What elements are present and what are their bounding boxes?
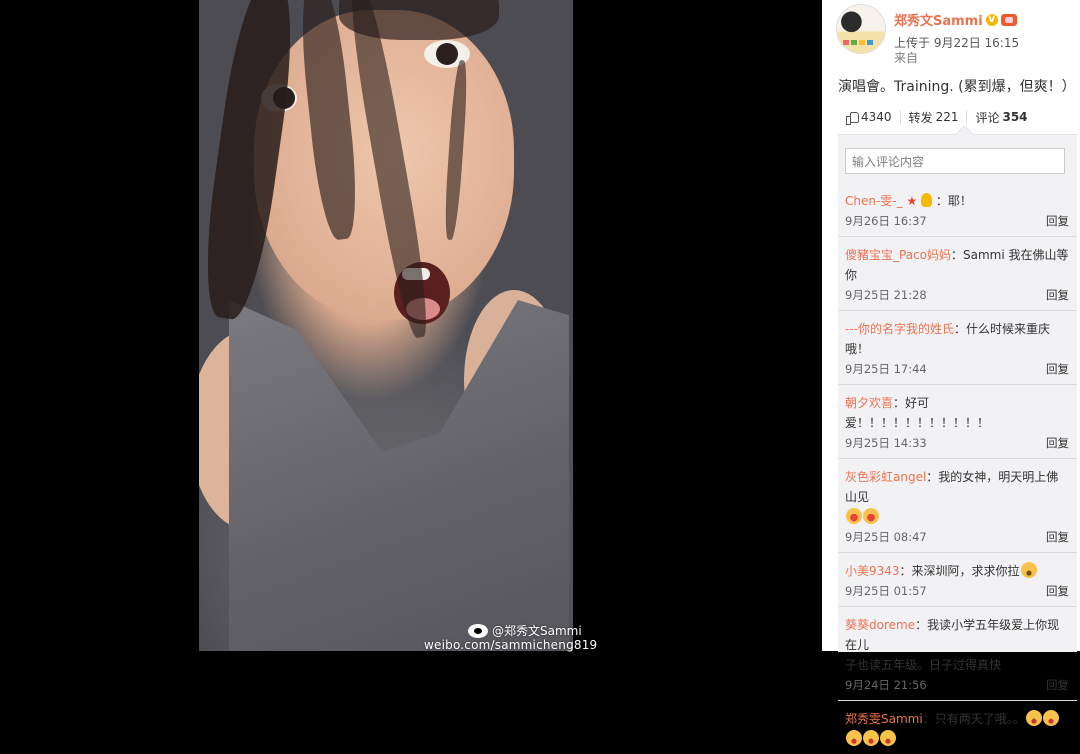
post-meta: 上传于 9月22日 16:15 来自 <box>894 36 1019 66</box>
repost-button[interactable]: 转发 221 <box>901 110 968 125</box>
vip-crown-icon <box>1000 13 1017 26</box>
photo-watermark: @郑秀文Sammi weibo.com/sammicheng819 <box>424 624 597 652</box>
comment-time: 9月26日 16:37 <box>845 214 927 228</box>
commenter-name[interactable]: 葵葵doreme <box>845 618 915 632</box>
author-block: 郑秀文Sammi V 上传于 9月22日 16:15 来自 <box>836 4 1076 65</box>
comment-list: Chen-雯-_ ★ ：耶！ 9月26日 16:37 回复 傻豬宝宝_Paco妈… <box>838 183 1077 754</box>
watermark-url: weibo.com/sammicheng819 <box>424 638 598 652</box>
author-name-link[interactable]: 郑秀文Sammi V <box>894 10 1017 29</box>
crying-emoji-icon <box>1020 562 1037 578</box>
thumbs-up-icon <box>846 111 859 125</box>
commenter-name[interactable]: 傻豬宝宝_Paco妈妈 <box>845 248 951 262</box>
like-count: 4340 <box>861 110 892 124</box>
post-text: 演唱會。Training. (累到爆，但爽！） <box>838 79 1076 95</box>
author-name[interactable]: 郑秀文Sammi <box>894 10 983 29</box>
post-source: 来自 <box>894 51 919 65</box>
comment-text: ：耶！ <box>935 194 972 208</box>
comment-item: 葵葵doreme：我读小学五年级爱上你现在儿 子也读五年级。日子过得真快 9月2… <box>838 607 1077 701</box>
weibo-logo-icon <box>468 624 488 638</box>
comment-label: 评论 <box>975 110 1000 125</box>
comment-item: ---你的名字我的姓氏：什么时候来重庆哦！ 9月25日 17:44 回复 <box>838 311 1077 385</box>
comment-time: 9月25日 17:44 <box>845 362 927 376</box>
upload-time: 上传于 9月22日 16:15 <box>894 36 1020 50</box>
comment-item: Chen-雯-_ ★ ：耶！ 9月26日 16:37 回复 <box>838 183 1077 237</box>
lightbulb-badge-icon <box>921 193 933 207</box>
photo-viewer: @郑秀文Sammi weibo.com/sammicheng819 <box>0 0 822 652</box>
comment-time: 9月24日 21:56 <box>845 678 927 692</box>
comment-text: ：只有两天了哦。。 <box>922 712 1025 726</box>
post-actions: 4340 转发 221 评论 354 <box>834 104 1076 130</box>
verified-v-icon: V <box>985 13 998 26</box>
commenter-name[interactable]: Chen-雯-_ <box>845 194 903 208</box>
comment-text-line2: 子也读五年级。日子过得真快 <box>845 658 1002 672</box>
comment-input-placeholder: 输入评论内容 <box>852 154 925 169</box>
comment-time: 9月25日 08:47 <box>845 530 927 544</box>
comment-time: 9月25日 21:28 <box>845 288 927 302</box>
repost-count: 221 <box>935 110 959 124</box>
comment-tab[interactable]: 评论 354 <box>967 110 1035 125</box>
shocked-emoji-icon <box>863 730 879 746</box>
reply-button[interactable]: 回复 <box>1046 285 1069 305</box>
comment-text: ：来深圳阿，求求你拉 <box>899 564 1020 578</box>
comment-text-line2: 爱！！！！！！！！！！！ <box>845 416 990 430</box>
commenter-name[interactable]: ---你的名字我的姓氏 <box>845 322 954 336</box>
comments-section: 输入评论内容 Chen-雯-_ ★ ：耶！ 9月26日 16:37 回复 傻豬宝… <box>838 134 1077 746</box>
commenter-name[interactable]: 小美9343 <box>845 564 900 578</box>
heart-eyes-emoji-icon <box>863 508 879 524</box>
shocked-emoji-icon <box>1025 710 1042 726</box>
comment-item: 灰色彩虹angel：我的女神，明天明上佛山见 9月25日 08:47 回复 <box>838 459 1077 553</box>
watermark-name: @郑秀文Sammi <box>492 624 582 638</box>
comment-time: 9月25日 14:33 <box>845 436 927 450</box>
heart-eyes-emoji-icon <box>846 508 862 524</box>
reply-button[interactable]: 回复 <box>1046 675 1069 695</box>
commenter-name[interactable]: 郑秀雯Sammi <box>845 712 923 726</box>
like-button[interactable]: 4340 <box>834 110 901 125</box>
comment-input[interactable]: 输入评论内容 <box>845 148 1065 174</box>
shocked-emoji-icon <box>1042 710 1059 726</box>
reply-button[interactable]: 回复 <box>1046 433 1069 453</box>
comment-item: 郑秀雯Sammi：只有两天了哦。。 <box>838 701 1077 754</box>
commenter-name[interactable]: 灰色彩虹angel <box>845 470 926 484</box>
reply-button[interactable]: 回复 <box>1046 581 1069 601</box>
avatar[interactable] <box>836 4 886 54</box>
shocked-emoji-icon <box>846 730 862 746</box>
repost-label: 转发 <box>908 110 933 125</box>
post-photo[interactable] <box>199 0 573 651</box>
star-badge-icon: ★ <box>906 194 918 208</box>
comment-time: 9月25日 01:57 <box>845 584 927 598</box>
shocked-emoji-icon <box>880 730 896 746</box>
comment-item: 傻豬宝宝_Paco妈妈：Sammi 我在佛山等你 9月25日 21:28 回复 <box>838 237 1077 311</box>
comment-item: 小美9343：来深圳阿，求求你拉 9月25日 01:57 回复 <box>838 553 1077 607</box>
reply-button[interactable]: 回复 <box>1046 527 1069 547</box>
commenter-name[interactable]: 朝夕欢喜 <box>845 396 893 410</box>
comment-count: 354 <box>1002 110 1028 124</box>
comment-text: ：好可 <box>893 396 930 410</box>
reply-button[interactable]: 回复 <box>1046 359 1069 379</box>
comment-item: 朝夕欢喜：好可 爱！！！！！！！！！！！ 9月25日 14:33 回复 <box>838 385 1077 459</box>
reply-button[interactable]: 回复 <box>1046 211 1069 231</box>
